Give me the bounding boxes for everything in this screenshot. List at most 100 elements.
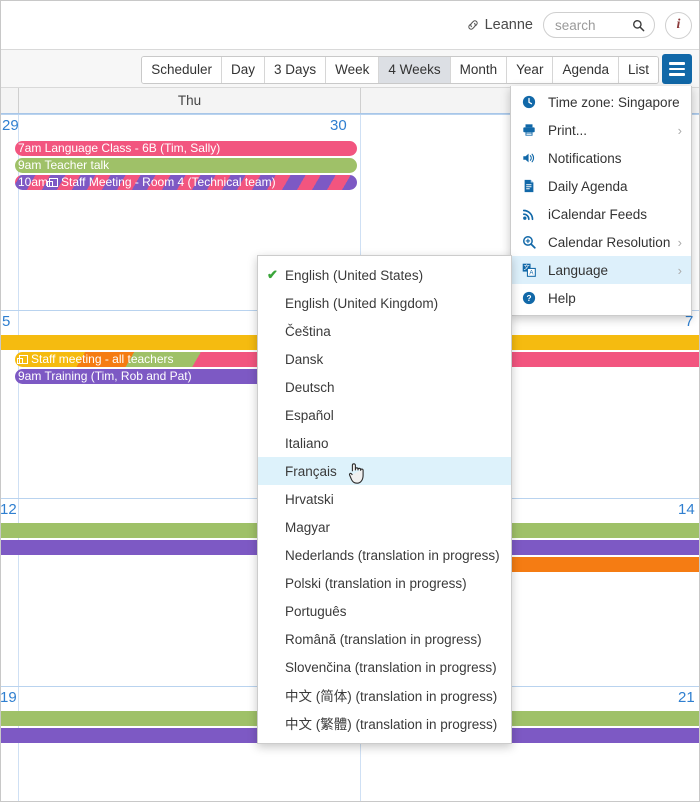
cell-divider: [18, 687, 19, 802]
menu-item-daily-agenda[interactable]: Daily Agenda: [511, 172, 691, 200]
view-button-day[interactable]: Day: [222, 57, 266, 83]
zoom-icon: [522, 235, 542, 249]
language-option-label: Polski (translation in progress): [285, 575, 467, 591]
language-option[interactable]: Română (translation in progress): [258, 625, 511, 653]
speaker-icon: [522, 151, 542, 165]
menu-item-language[interactable]: 文 A Language ›: [511, 256, 691, 284]
menu-item-help[interactable]: ? Help: [511, 284, 691, 312]
link-icon: [466, 18, 480, 32]
calendar-event[interactable]: [0, 523, 260, 538]
view-button-3-days[interactable]: 3 Days: [265, 57, 327, 83]
day-number[interactable]: 12: [0, 501, 17, 518]
day-number[interactable]: 30: [330, 117, 347, 134]
event-title: 9am Training (Tim, Rob and Pat): [18, 369, 192, 383]
search-input[interactable]: search: [543, 12, 655, 38]
hamburger-icon-bar: [669, 73, 685, 76]
info-button-label: i: [676, 17, 681, 32]
menu-item-label: Daily Agenda: [548, 178, 628, 194]
menu-item-label: Notifications: [548, 150, 622, 166]
day-header-thu: Thu: [18, 88, 360, 113]
calendar-event[interactable]: 10am Staff Meeting - Room 4 (Technical te…: [15, 175, 357, 190]
view-button-list[interactable]: List: [618, 57, 658, 83]
language-option[interactable]: Nederlands (translation in progress): [258, 541, 511, 569]
day-number[interactable]: 21: [678, 689, 695, 706]
menu-item-calendar-resolution[interactable]: Calendar Resolution ›: [511, 228, 691, 256]
menu-item-label: Calendar Resolution: [548, 234, 671, 250]
language-submenu: ✔ English (United States) English (United …: [257, 255, 512, 744]
top-bar-right-group: Leanne search i: [466, 0, 692, 50]
language-option[interactable]: Čeština: [258, 317, 511, 345]
view-button-scheduler[interactable]: Scheduler: [142, 57, 223, 83]
calendar-event[interactable]: [512, 540, 700, 555]
menu-item-time-zone-singapore[interactable]: Time zone: Singapore: [511, 88, 691, 116]
language-option-label: 中文 (繁體) (translation in progress): [285, 717, 498, 732]
language-option[interactable]: Español: [258, 401, 511, 429]
language-option-label: Français: [285, 463, 337, 479]
recurring-event-icon: [47, 178, 59, 187]
menu-item-print[interactable]: Print... ›: [511, 116, 691, 144]
language-option-label: Hrvatski: [285, 491, 334, 507]
calendar-event[interactable]: 7am Language Class - 6B (Tim, Sally): [15, 141, 357, 156]
language-option-label: 中文 (简体) (translation in progress): [285, 689, 498, 704]
language-option[interactable]: 中文 (简体) (translation in progress): [258, 681, 511, 709]
language-option[interactable]: Deutsch: [258, 373, 511, 401]
day-number[interactable]: 5: [2, 313, 10, 330]
chevron-right-icon: ›: [677, 262, 682, 278]
language-option[interactable]: ✔ English (United States): [258, 261, 511, 289]
clock-icon: [522, 95, 542, 109]
menu-item-label: Print...: [548, 122, 588, 138]
language-option-label: Dansk: [285, 351, 324, 367]
menu-item-notifications[interactable]: Notifications: [511, 144, 691, 172]
view-toolbar: Scheduler Day 3 Days Week 4 Weeks Month Year Ag…: [0, 50, 700, 88]
language-option[interactable]: 中文 (繁體) (translation in progress): [258, 709, 511, 737]
language-option-label: Magyar: [285, 519, 331, 535]
day-number[interactable]: 29: [2, 117, 19, 134]
view-button-year[interactable]: Year: [507, 57, 554, 83]
language-option[interactable]: Hrvatski: [258, 485, 511, 513]
event-title: 9am Teacher talk: [18, 158, 110, 172]
view-button-week[interactable]: Week: [326, 57, 380, 83]
menu-item-label: Help: [548, 290, 576, 306]
printer-icon: [522, 123, 542, 137]
language-option[interactable]: Dansk: [258, 345, 511, 373]
calendar-event[interactable]: [512, 557, 700, 572]
calendar-event[interactable]: [512, 523, 700, 538]
language-option[interactable]: Magyar: [258, 513, 511, 541]
calendar-event[interactable]: 9am Teacher talk: [15, 158, 357, 173]
settings-dropdown-menu: Time zone: Singapore Print... › Notificatio…: [510, 86, 692, 316]
language-option[interactable]: Italiano: [258, 429, 511, 457]
calendar-event[interactable]: [512, 352, 700, 367]
user-chip[interactable]: Leanne: [466, 17, 533, 33]
language-option-label: Nederlands (translation in progress): [285, 547, 500, 563]
check-icon: ✔: [267, 267, 278, 282]
rss-icon: [522, 207, 542, 221]
menu-item-label: Language: [548, 262, 609, 278]
language-option-label: Italiano: [285, 435, 329, 451]
user-name: Leanne: [484, 17, 533, 33]
day-number[interactable]: 14: [678, 501, 695, 518]
view-button-agenda[interactable]: Agenda: [553, 57, 619, 83]
menu-item-label: Time zone: Singapore: [548, 94, 680, 110]
help-icon: ?: [522, 291, 542, 305]
language-option[interactable]: English (United Kingdom): [258, 289, 511, 317]
settings-menu-button[interactable]: [662, 54, 692, 84]
language-option[interactable]: Português: [258, 597, 511, 625]
language-option-label: Română (translation in progress): [285, 631, 482, 647]
language-option[interactable]: Polski (translation in progress): [258, 569, 511, 597]
calendar-event[interactable]: [0, 540, 260, 555]
language-option-label: Deutsch: [285, 379, 335, 395]
language-option[interactable]: Slovenčina (translation in progress): [258, 653, 511, 681]
language-option-label: English (United Kingdom): [285, 295, 439, 311]
view-button-month[interactable]: Month: [450, 57, 508, 83]
language-option-label: Čeština: [285, 323, 331, 339]
svg-text:?: ?: [526, 293, 531, 303]
calendar-event[interactable]: [512, 335, 700, 350]
info-button[interactable]: i: [665, 11, 692, 39]
language-option-label: Português: [285, 603, 347, 619]
event-title: Staff meeting - all teachers: [31, 352, 174, 366]
menu-item-icalendar-feeds[interactable]: iCalendar Feeds: [511, 200, 691, 228]
search-icon[interactable]: [632, 19, 645, 32]
language-option[interactable]: Français: [258, 457, 511, 485]
day-number[interactable]: 19: [0, 689, 17, 706]
view-button-4-weeks[interactable]: 4 Weeks: [379, 57, 451, 83]
